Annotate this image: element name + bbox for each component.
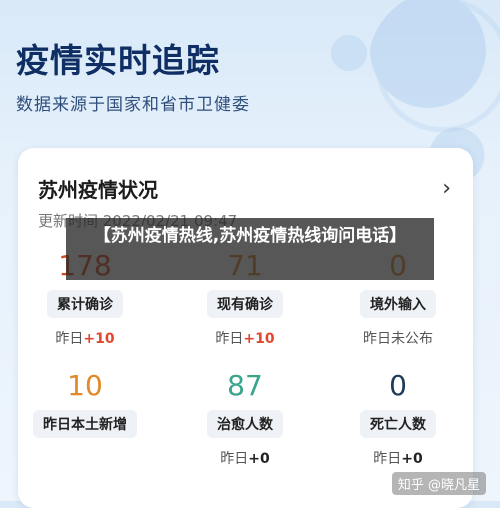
stat-deaths: 0 死亡人数 昨日+0 — [328, 370, 468, 468]
stat-delta: 昨日+10 — [15, 328, 155, 348]
stat-label: 累计确诊 — [47, 290, 123, 318]
stats-grid: 178 累计确诊 昨日+10 71 现有确诊 昨日+10 0 境外输入 昨日未公… — [18, 148, 473, 508]
virus-decoration-large — [368, 0, 500, 140]
stat-label: 现有确诊 — [207, 290, 283, 318]
stat-label: 治愈人数 — [207, 410, 283, 438]
headline-overlay: 【苏州疫情热线,苏州疫情热线询问电话】 — [66, 218, 434, 280]
epidemic-status-card[interactable]: 苏州疫情状况 › 更新时间 2022/02/21 09:47 178 累计确诊 … — [18, 148, 473, 508]
delta-prefix: 昨日未公布 — [363, 331, 433, 347]
stat-value: 87 — [227, 369, 263, 402]
stat-value: 10 — [67, 369, 103, 402]
page-title: 疫情实时追踪 — [16, 41, 220, 80]
page-subtitle: 数据来源于国家和省市卫健委 — [16, 95, 250, 115]
stat-local-new: 10 昨日本土新增 — [15, 370, 155, 438]
stat-delta: 昨日未公布 — [328, 328, 468, 348]
delta-prefix: 昨日 — [55, 331, 84, 347]
stat-value: 0 — [389, 369, 407, 402]
delta-value: +0 — [248, 451, 270, 467]
delta-prefix: 昨日 — [373, 451, 402, 467]
delta-prefix: 昨日 — [215, 331, 244, 347]
virus-decoration-small — [326, 30, 372, 76]
stat-label: 境外输入 — [360, 290, 436, 318]
delta-value: +0 — [401, 451, 423, 467]
stat-delta: 昨日+10 — [175, 328, 315, 348]
delta-value: +10 — [83, 331, 115, 347]
watermark: 知乎 @晓凡星 — [391, 472, 486, 495]
stat-delta: 昨日+0 — [175, 448, 315, 468]
delta-value: +10 — [243, 331, 275, 347]
stat-recovered: 87 治愈人数 昨日+0 — [175, 370, 315, 468]
stat-label: 死亡人数 — [360, 410, 436, 438]
stat-delta: 昨日+0 — [328, 448, 468, 468]
stat-label: 昨日本土新增 — [33, 410, 137, 438]
delta-prefix: 昨日 — [220, 451, 249, 467]
